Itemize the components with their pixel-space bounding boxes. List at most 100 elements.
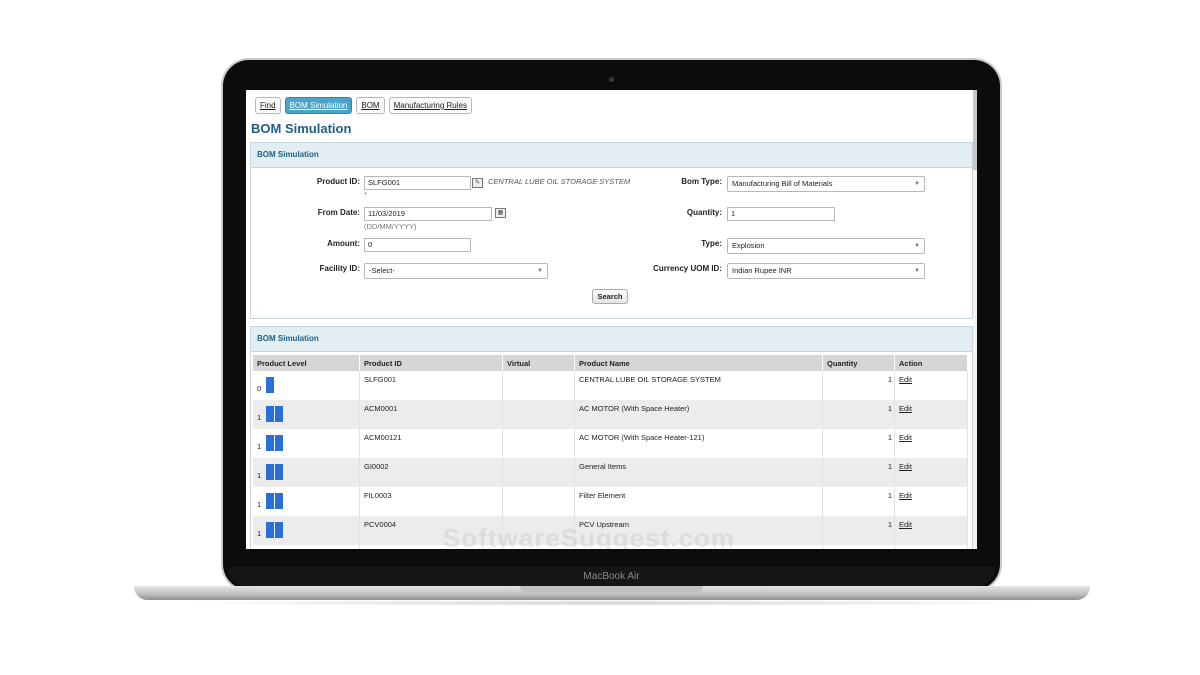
cell-product-name: AC MOTOR (With Space Heater-121) xyxy=(574,429,823,458)
table-row[interactable]: 1 FIL0003 Filter Element 1 Edit xyxy=(253,487,968,516)
chevron-down-icon: ▼ xyxy=(914,243,920,249)
cell-product-level: 0 xyxy=(253,371,360,400)
bom-type-label: Bom Type: xyxy=(681,177,722,186)
column-header-product-name[interactable]: Product Name xyxy=(574,355,823,371)
edit-link[interactable]: Edit xyxy=(899,433,912,442)
table-row[interactable]: 1 ACM00121 AC MOTOR (With Space Heater-121… xyxy=(253,429,968,458)
column-header-product-level[interactable]: Product Level xyxy=(253,355,360,371)
level-number: 1 xyxy=(257,471,262,480)
page-title: BOM Simulation xyxy=(251,121,352,136)
level-number: 0 xyxy=(257,384,262,393)
date-format-hint: (DD/MM/YYYY) xyxy=(364,222,417,231)
level-bar xyxy=(266,435,274,451)
edit-link[interactable]: Edit xyxy=(899,375,912,384)
calendar-icon[interactable]: ▦ xyxy=(495,208,506,218)
table-row[interactable]: 1 ACM0001 AC MOTOR (With Space Heater) 1 Edi… xyxy=(253,400,968,429)
cell-action: Edit xyxy=(894,487,968,516)
column-header-quantity[interactable]: Quantity xyxy=(822,355,895,371)
level-number: 1 xyxy=(257,529,262,538)
cell-action: Edit xyxy=(894,429,968,458)
cell-virtual xyxy=(502,400,575,429)
cell-virtual xyxy=(502,371,575,400)
tab-bom-simulation[interactable]: BOM Simulation xyxy=(284,97,353,114)
laptop-notch xyxy=(520,586,703,592)
cell-product-name: Filter Element xyxy=(574,487,823,516)
tab-bom[interactable]: BOM xyxy=(356,97,385,114)
level-number: 1 xyxy=(257,500,262,509)
amount-label: Amount: xyxy=(327,239,360,248)
required-marker: * xyxy=(364,190,367,199)
lookup-icon[interactable]: ✎ xyxy=(472,178,483,188)
cell-virtual xyxy=(502,487,575,516)
column-header-product-id[interactable]: Product ID xyxy=(359,355,503,371)
type-label: Type: xyxy=(701,239,722,248)
edit-link[interactable]: Edit xyxy=(899,520,912,529)
cell-action: Edit xyxy=(894,516,968,545)
type-value: Explosion xyxy=(732,241,765,250)
tab-bar: Find BOM Simulation BOM Manufacturing Ru… xyxy=(255,97,472,114)
cell-quantity: 1 xyxy=(822,516,895,545)
level-bar xyxy=(275,464,283,480)
edit-link[interactable]: Edit xyxy=(899,491,912,500)
product-id-input[interactable]: SLFG001 xyxy=(364,176,471,190)
cell-product-id: ACM00121 xyxy=(359,429,503,458)
scrollbar[interactable] xyxy=(973,90,977,549)
quantity-label: Quantity: xyxy=(686,208,722,217)
results-panel-header: BOM Simulation xyxy=(251,327,972,352)
cell-virtual xyxy=(502,429,575,458)
cell-product-id: ACM0001 xyxy=(359,400,503,429)
facility-id-label: Facility ID: xyxy=(319,264,360,273)
cell-action: Edit xyxy=(894,545,968,549)
cell-quantity: 1 xyxy=(822,458,895,487)
currency-uom-select[interactable]: Indian Rupee INR ▼ xyxy=(727,263,925,279)
cell-product-name: General Items xyxy=(574,458,823,487)
cell-quantity: 1 xyxy=(822,371,895,400)
table-row[interactable]: 0 SLFG001 CENTRAL LUBE OIL STORAGE SYSTEM 1… xyxy=(253,371,968,400)
quantity-input[interactable]: 1 xyxy=(727,207,835,221)
type-select[interactable]: Explosion ▼ xyxy=(727,238,925,254)
column-header-action[interactable]: Action xyxy=(894,355,968,371)
watermark: SoftwareSuggest.com xyxy=(443,523,736,549)
tab-find[interactable]: Find xyxy=(255,97,281,114)
bom-table: Product Level Product ID Virtual Product… xyxy=(253,355,968,549)
search-button[interactable]: Search xyxy=(592,289,628,304)
edit-link[interactable]: Edit xyxy=(899,462,912,471)
column-header-virtual[interactable]: Virtual xyxy=(502,355,575,371)
bom-type-value: Manufacturing Bill of Materials xyxy=(732,179,833,188)
cell-product-level: 1 xyxy=(253,545,360,549)
level-number: 1 xyxy=(257,442,262,451)
level-bar xyxy=(275,406,283,422)
level-bar xyxy=(266,493,274,509)
cell-quantity: 1 xyxy=(822,400,895,429)
from-date-label: From Date: xyxy=(317,208,360,217)
level-bar xyxy=(266,464,274,480)
chevron-down-icon: ▼ xyxy=(914,181,920,187)
amount-input[interactable]: 0 xyxy=(364,238,471,252)
cell-product-id: SLFG001 xyxy=(359,371,503,400)
bom-type-select[interactable]: Manufacturing Bill of Materials ▼ xyxy=(727,176,925,192)
search-panel-header: BOM Simulation xyxy=(251,143,972,168)
tab-manufacturing-rules[interactable]: Manufacturing Rules xyxy=(388,97,472,114)
chevron-down-icon: ▼ xyxy=(537,268,543,274)
product-description: CENTRAL LUBE OIL STORAGE SYSTEM xyxy=(488,177,631,186)
device-label: MacBook Air xyxy=(228,567,995,587)
currency-uom-value: Indian Rupee INR xyxy=(732,266,792,275)
cell-virtual xyxy=(502,458,575,487)
facility-id-select[interactable]: -Select- ▼ xyxy=(364,263,548,279)
from-date-input[interactable]: 11/03/2019 xyxy=(364,207,492,221)
cell-action: Edit xyxy=(894,371,968,400)
cell-product-name: CENTRAL LUBE OIL STORAGE SYSTEM xyxy=(574,371,823,400)
currency-uom-label: Currency UOM ID: xyxy=(653,264,722,273)
cell-product-level: 1 xyxy=(253,487,360,516)
scrollbar-thumb[interactable] xyxy=(973,90,977,170)
cell-product-level: 1 xyxy=(253,458,360,487)
cell-action: Edit xyxy=(894,400,968,429)
level-bar xyxy=(266,406,274,422)
camera-icon xyxy=(609,77,614,82)
cell-product-level: 1 xyxy=(253,516,360,545)
cell-product-name: AC MOTOR (With Space Heater) xyxy=(574,400,823,429)
edit-link[interactable]: Edit xyxy=(899,404,912,413)
level-number: 1 xyxy=(257,413,262,422)
table-row[interactable]: 1 GI0002 General Items 1 Edit xyxy=(253,458,968,487)
product-id-label: Product ID: xyxy=(316,177,360,186)
